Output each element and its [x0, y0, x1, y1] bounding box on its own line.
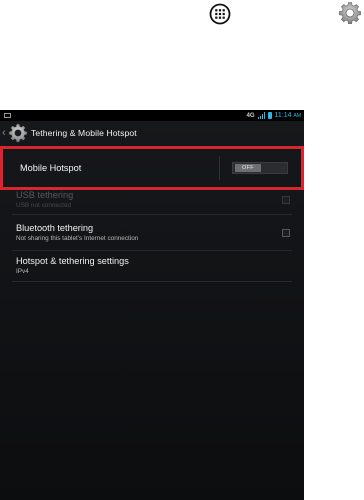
hotspot-settings-row[interactable]: Hotspot & tethering settings IPv4 — [16, 255, 290, 277]
bluetooth-tethering-title: Bluetooth tethering — [16, 223, 94, 233]
device-screen: 4G 11:14 AM ‹ Tethering & Mobile Hotspot — [0, 110, 304, 500]
settings-gear-icon[interactable] — [338, 1, 362, 25]
action-bar[interactable]: ‹ Tethering & Mobile Hotspot — [0, 122, 304, 144]
toggle-container: OFF — [219, 156, 298, 180]
screenshot-notification-icon — [4, 113, 11, 118]
page-title: Tethering & Mobile Hotspot — [31, 128, 137, 138]
signal-strength-icon — [257, 112, 265, 119]
toggle-state-label: OFF — [235, 164, 261, 172]
bluetooth-tethering-row[interactable]: Bluetooth tethering Not sharing this tab… — [16, 220, 290, 246]
clock: 11:14 AM — [274, 111, 301, 119]
divider — [12, 281, 292, 282]
usb-tethering-subtitle: USB not connected — [16, 202, 72, 209]
network-type-label: 4G — [246, 112, 255, 119]
divider — [12, 214, 292, 215]
battery-icon — [267, 112, 272, 119]
hotspot-settings-title: Hotspot & tethering settings — [16, 256, 129, 266]
mobile-hotspot-row[interactable]: Mobile Hotspot OFF — [6, 152, 298, 184]
hotspot-settings-subtitle: IPv4 — [16, 268, 29, 275]
usb-tethering-row[interactable]: USB tethering USB not connected — [16, 189, 290, 211]
mobile-hotspot-label: Mobile Hotspot — [20, 163, 82, 173]
settings-app-icon[interactable] — [8, 123, 28, 143]
mobile-hotspot-highlight: Mobile Hotspot OFF — [0, 146, 304, 190]
bluetooth-tethering-checkbox[interactable] — [282, 229, 290, 237]
status-bar: 4G 11:14 AM — [0, 110, 304, 121]
usb-tethering-checkbox[interactable] — [282, 196, 290, 204]
apps-grid-icon[interactable] — [209, 3, 231, 25]
mobile-hotspot-toggle[interactable]: OFF — [232, 162, 288, 174]
divider — [12, 250, 292, 251]
usb-tethering-title: USB tethering — [16, 190, 74, 200]
bluetooth-tethering-subtitle: Not sharing this tablet's Internet conne… — [16, 235, 139, 242]
